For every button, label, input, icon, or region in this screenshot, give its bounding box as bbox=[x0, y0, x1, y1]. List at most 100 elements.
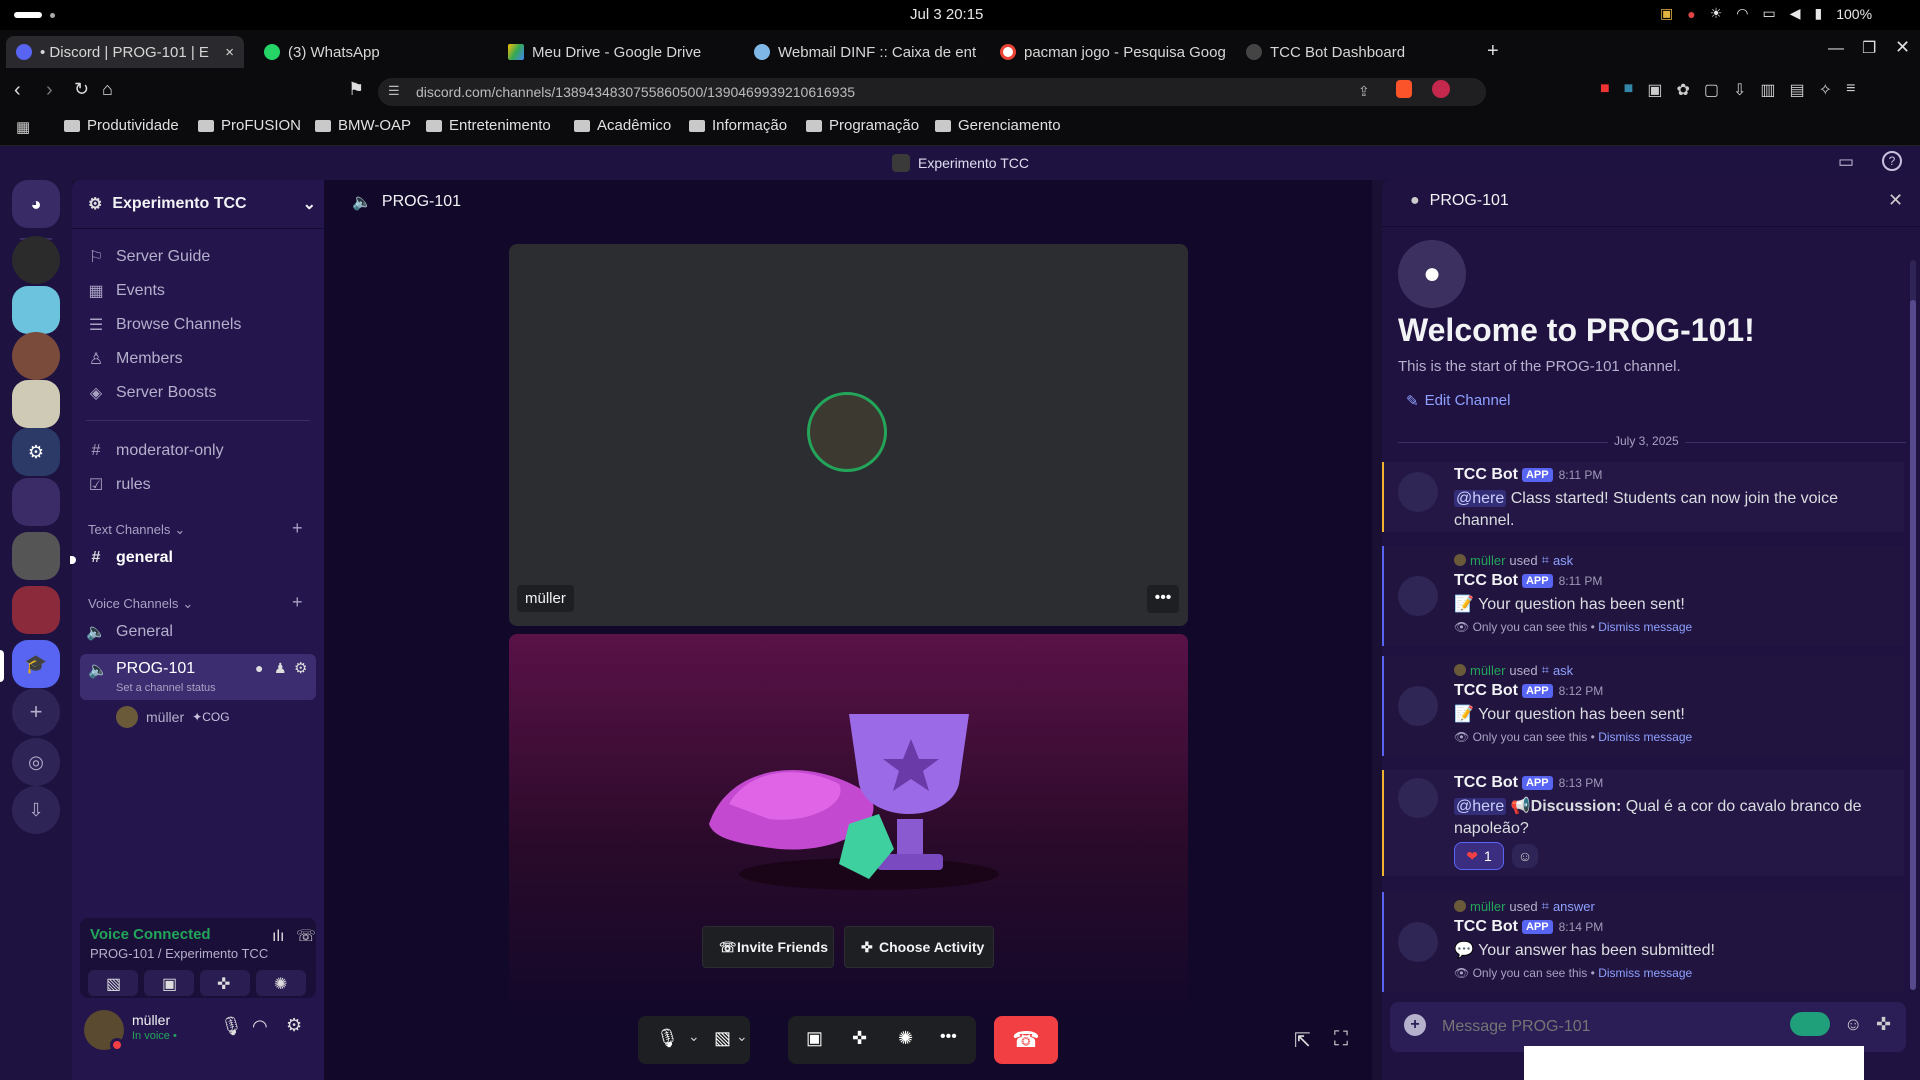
voice-channel-prog101[interactable]: 🔈 PROG-101 Set a channel status ● ♟ ⚙ bbox=[80, 654, 316, 700]
create-voice-channel-icon[interactable]: + bbox=[292, 592, 303, 613]
mic-options-chevron-icon[interactable]: ⌄ bbox=[688, 1028, 700, 1045]
wallet-icon[interactable]: ▤ bbox=[1790, 80, 1805, 100]
extension-3-icon[interactable]: ▣ bbox=[1647, 80, 1662, 100]
bookmark-folder[interactable]: Gerenciamento bbox=[935, 117, 1061, 134]
user-name[interactable]: müller bbox=[132, 1012, 170, 1028]
tab-whatsapp[interactable]: (3) WhatsApp bbox=[254, 36, 484, 68]
home-icon[interactable]: ⌂ bbox=[102, 79, 113, 100]
channel-settings-icon[interactable]: ⚙ bbox=[294, 659, 307, 677]
voice-member[interactable]: müller ✦COG bbox=[116, 706, 230, 728]
apps-grid-icon[interactable]: ▦ bbox=[16, 118, 30, 136]
create-text-channel-icon[interactable]: + bbox=[292, 518, 303, 539]
bookmark-icon[interactable]: ⚑ bbox=[348, 79, 364, 100]
chat-bubble-icon[interactable]: ● bbox=[255, 660, 263, 676]
server-avatar-icon[interactable] bbox=[12, 332, 60, 380]
add-server-icon[interactable]: + bbox=[12, 688, 60, 736]
inbox-icon[interactable]: ▭ bbox=[1838, 152, 1854, 172]
chat-scrollbar[interactable] bbox=[1910, 260, 1916, 990]
bookmark-folder[interactable]: Produtividade bbox=[64, 117, 179, 134]
bookmark-folder[interactable]: ProFUSION bbox=[198, 117, 301, 134]
author-name[interactable]: TCC Bot bbox=[1454, 682, 1518, 700]
disconnect-call-button[interactable]: ☎ bbox=[994, 1016, 1058, 1064]
url-bar[interactable]: ☰ discord.com/channels/13894348307558605… bbox=[378, 78, 1486, 106]
chat-message[interactable]: TCC Bot APP 8:11 PM @here Class started! S… bbox=[1382, 462, 1904, 532]
site-info-icon[interactable]: ☰ bbox=[388, 83, 400, 99]
fullscreen-icon[interactable]: ⛶ bbox=[1334, 1028, 1348, 1051]
heart-reaction-button[interactable]: ❤ 1 bbox=[1454, 842, 1504, 870]
activity-gamepad-icon[interactable]: ✜ bbox=[852, 1028, 867, 1049]
bookmark-folder[interactable]: Programação bbox=[806, 117, 919, 134]
command-name[interactable]: ask bbox=[1553, 663, 1573, 678]
app-indicator-icon[interactable]: ▣ bbox=[1660, 5, 1673, 22]
clock[interactable]: Jul 3 20:15 bbox=[910, 6, 983, 23]
workspace-dot[interactable] bbox=[50, 13, 55, 18]
channel-moderator-only[interactable]: # moderator-only bbox=[86, 441, 224, 461]
sidebar-toggle-icon[interactable]: ▥ bbox=[1760, 80, 1775, 100]
battery-level[interactable]: 100% bbox=[1836, 6, 1872, 22]
mention[interactable]: @here bbox=[1454, 490, 1507, 507]
new-tab-icon[interactable]: + bbox=[1487, 40, 1499, 63]
server-blue-icon[interactable] bbox=[12, 286, 60, 334]
leo-icon[interactable]: ✧ bbox=[1819, 80, 1832, 100]
participant-tile[interactable]: müller ••• bbox=[509, 244, 1188, 626]
microphone-icon[interactable]: 🎙 bbox=[656, 1028, 679, 1049]
help-icon[interactable]: ? bbox=[1882, 151, 1902, 171]
soundboard-button[interactable]: ✺ bbox=[256, 970, 306, 996]
voice-location[interactable]: PROG-101 / Experimento TCC bbox=[90, 946, 268, 961]
author-name[interactable]: TCC Bot bbox=[1454, 918, 1518, 936]
author-name[interactable]: TCC Bot bbox=[1454, 774, 1518, 792]
dismiss-link[interactable]: Dismiss message bbox=[1598, 620, 1692, 634]
tab-discord[interactable]: • Discord | PROG-101 | E × bbox=[6, 36, 244, 68]
message-input[interactable] bbox=[1440, 1014, 1744, 1040]
nav-browse-channels[interactable]: ☰ Browse Channels bbox=[86, 315, 242, 335]
bot-avatar[interactable] bbox=[1398, 922, 1438, 962]
channel-rules[interactable]: ☑ rules bbox=[86, 475, 151, 495]
minimize-icon[interactable]: — bbox=[1828, 40, 1844, 58]
camera-options-chevron-icon[interactable]: ⌄ bbox=[736, 1028, 748, 1045]
more-options-icon[interactable]: ••• bbox=[1147, 585, 1179, 613]
bot-avatar[interactable] bbox=[1398, 576, 1438, 616]
mention[interactable]: @here bbox=[1454, 798, 1507, 815]
extension-2-icon[interactable]: ■ bbox=[1624, 80, 1634, 100]
workspace-indicator[interactable] bbox=[14, 12, 42, 18]
invite-icon[interactable]: ♟ bbox=[274, 660, 287, 677]
command-name[interactable]: ask bbox=[1553, 553, 1573, 568]
command-user[interactable]: müller bbox=[1470, 899, 1505, 914]
bot-avatar[interactable] bbox=[1398, 686, 1438, 726]
keyboard-icon[interactable]: ▭ bbox=[1762, 5, 1775, 22]
voice-status[interactable]: Voice Connected bbox=[90, 926, 211, 943]
headphones-icon[interactable]: ◠ bbox=[252, 1016, 268, 1037]
pop-out-icon[interactable]: ⇱ bbox=[1294, 1028, 1311, 1053]
url-text[interactable]: discord.com/channels/1389434830755860500… bbox=[416, 84, 855, 100]
close-tab-icon[interactable]: × bbox=[225, 44, 234, 61]
microphone-icon[interactable]: ● bbox=[1687, 6, 1695, 22]
server-gear-icon[interactable]: ⚙ bbox=[12, 428, 60, 476]
camera-off-icon[interactable]: ▧ bbox=[714, 1028, 731, 1049]
more-icon[interactable]: ••• bbox=[940, 1028, 957, 1046]
disconnect-icon[interactable]: ☏ bbox=[296, 926, 316, 946]
brave-rewards-icon[interactable] bbox=[1432, 80, 1450, 98]
soundboard-icon[interactable]: ✺ bbox=[898, 1028, 913, 1049]
bookmark-folder[interactable]: Acadêmico bbox=[574, 117, 671, 134]
server-header[interactable]: ⚙ Experimento TCC ⌄ bbox=[88, 194, 316, 214]
screen-share-icon[interactable]: ▣ bbox=[806, 1028, 823, 1049]
download-icon[interactable]: ⇩ bbox=[1733, 80, 1746, 100]
author-name[interactable]: TCC Bot bbox=[1454, 466, 1518, 484]
tab-google-search[interactable]: pacman jogo - Pesquisa Goog bbox=[990, 36, 1230, 68]
discord-home-icon[interactable]: ◕ bbox=[12, 180, 60, 228]
microphone-icon[interactable]: 🎙 bbox=[220, 1016, 243, 1037]
command-user[interactable]: müller bbox=[1470, 553, 1505, 568]
add-reaction-icon[interactable]: ☺ bbox=[1512, 844, 1538, 868]
tab-google-drive[interactable]: Meu Drive - Google Drive bbox=[498, 36, 730, 68]
chat-message[interactable]: müller used ⌗ ask TCC Bot APP 8:11 PM 📝 Your … bbox=[1382, 546, 1904, 646]
server-ufpr-icon[interactable] bbox=[12, 236, 60, 284]
extensions-icon[interactable]: ✿ bbox=[1676, 80, 1689, 100]
emoji-icon[interactable]: ☺ bbox=[1844, 1014, 1862, 1035]
chat-message[interactable]: müller used ⌗ ask TCC Bot APP 8:12 PM 📝 Your … bbox=[1382, 656, 1904, 756]
noise-suppression-icon[interactable]: ılı bbox=[272, 928, 284, 946]
nav-server-guide[interactable]: ⚐ Server Guide bbox=[86, 247, 210, 267]
back-icon[interactable]: ‹ bbox=[14, 79, 21, 102]
nav-members[interactable]: ♙ Members bbox=[86, 349, 183, 369]
text-channels-header[interactable]: Text Channels ⌄ bbox=[88, 522, 185, 538]
server-experimento-icon[interactable]: 🎓 bbox=[12, 640, 60, 688]
